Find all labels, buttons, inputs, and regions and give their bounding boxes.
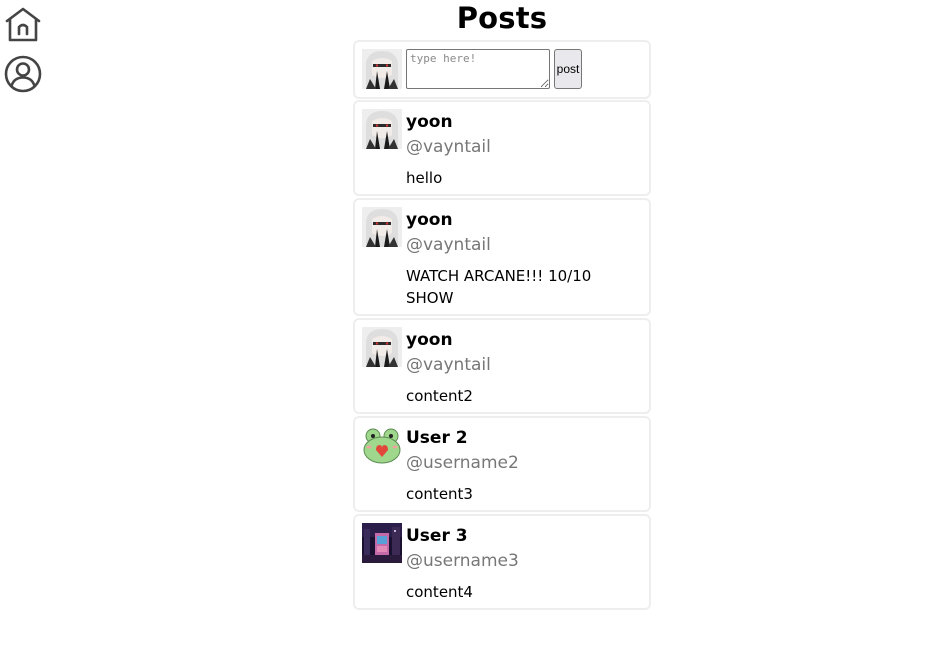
page-title: Posts	[456, 1, 548, 35]
post-author-handle[interactable]: @vayntail	[406, 354, 491, 376]
post-author-name[interactable]: yoon	[406, 210, 453, 230]
post-input[interactable]	[406, 49, 550, 89]
post-author-handle[interactable]: @vayntail	[406, 136, 491, 158]
post-content: content3	[406, 485, 473, 503]
user-circle-icon[interactable]	[4, 55, 42, 93]
yoon-avatar[interactable]	[362, 207, 402, 247]
post-author-name[interactable]: User 3	[406, 526, 468, 546]
post-card: yoon @vayntail hello	[353, 100, 651, 196]
post-author-handle[interactable]: @vayntail	[406, 234, 491, 256]
post-composer: post	[353, 40, 651, 99]
post-content: content4	[406, 583, 473, 601]
side-nav	[4, 6, 42, 104]
home-icon[interactable]	[4, 6, 42, 44]
post-button[interactable]: post	[554, 49, 582, 89]
post-card: User 2 @username2 content3	[353, 416, 651, 512]
frog-avatar[interactable]	[362, 425, 402, 465]
post-card: User 3 @username3 content4	[353, 514, 651, 610]
post-author-name[interactable]: User 2	[406, 428, 468, 448]
post-content: content2	[406, 387, 473, 405]
night-scene-avatar[interactable]	[362, 523, 402, 563]
post-author-name[interactable]: yoon	[406, 112, 453, 132]
post-content: hello	[406, 169, 443, 187]
yoon-avatar[interactable]	[362, 327, 402, 367]
yoon-avatar[interactable]	[362, 109, 402, 149]
post-author-handle[interactable]: @username2	[406, 452, 519, 474]
post-card: yoon @vayntail content2	[353, 318, 651, 414]
post-card: yoon @vayntail WATCH ARCANE!!! 10/10 SHO…	[353, 198, 651, 316]
post-author-name[interactable]: yoon	[406, 330, 453, 350]
post-author-handle[interactable]: @username3	[406, 550, 519, 572]
post-content: WATCH ARCANE!!! 10/10 SHOW	[406, 267, 592, 307]
yoon-avatar	[362, 49, 402, 89]
